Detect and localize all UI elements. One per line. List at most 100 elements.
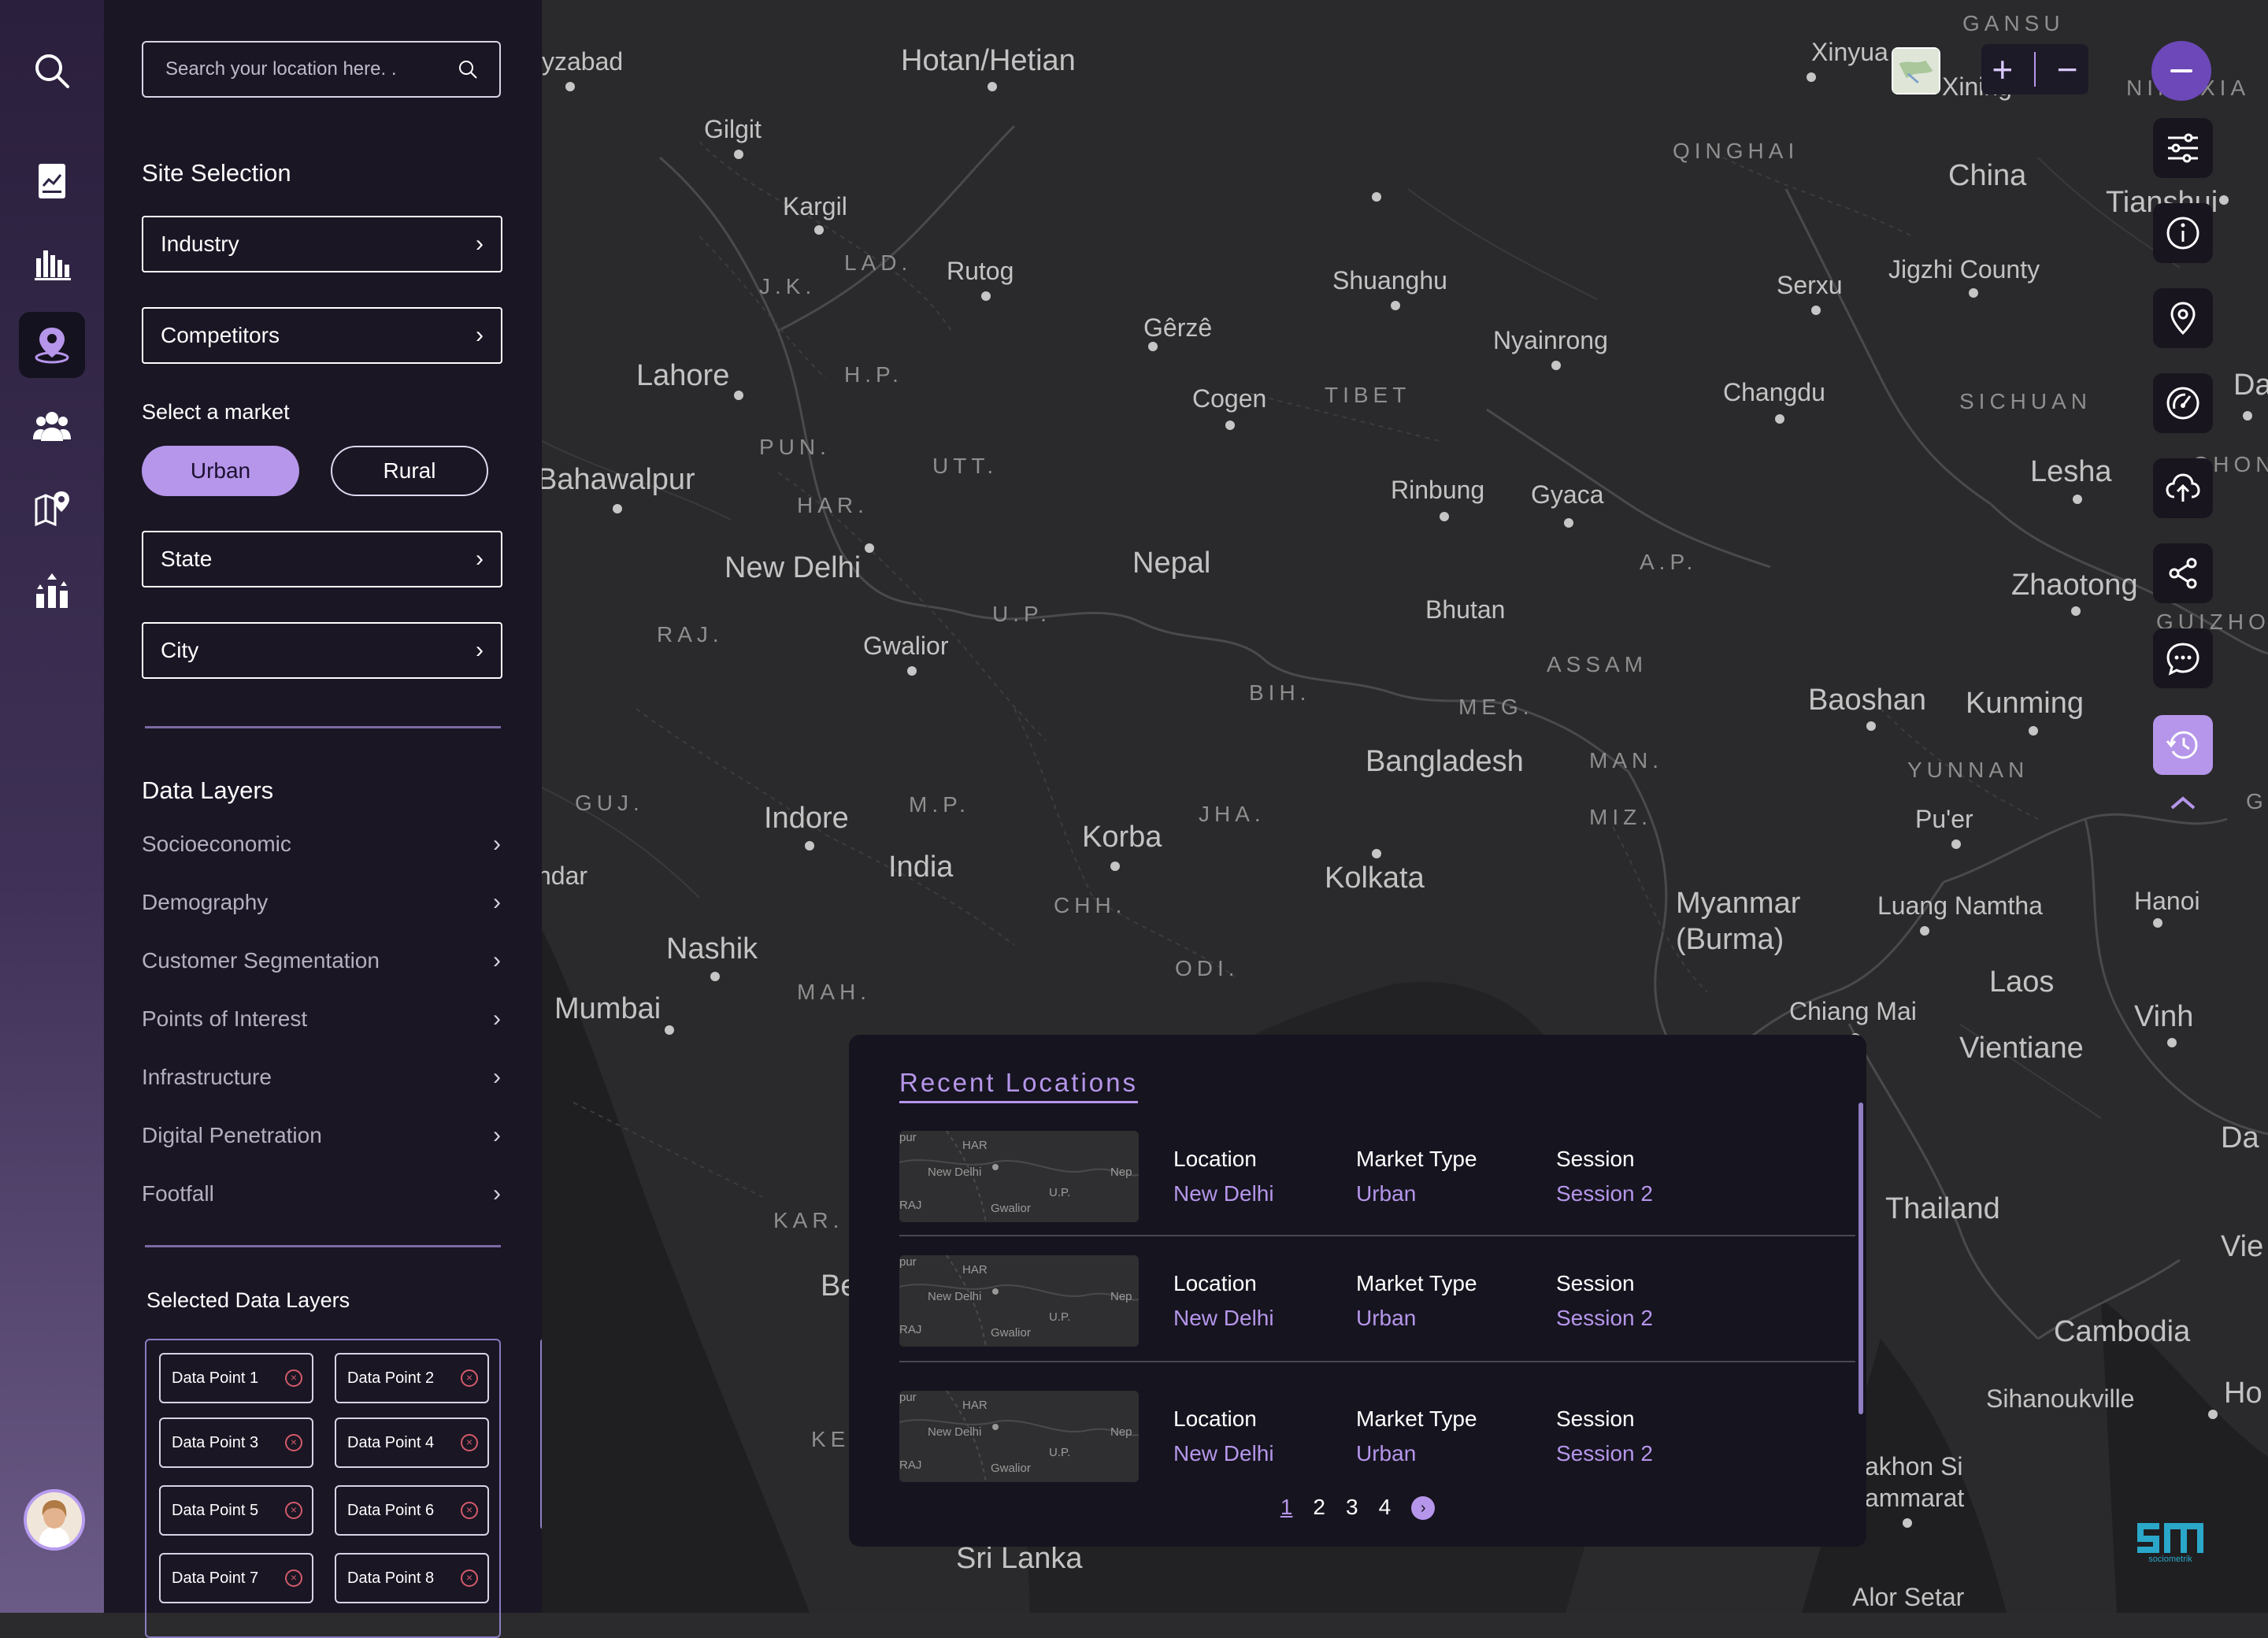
brand-name: sociometrik xyxy=(2148,1555,2192,1564)
chip-data-point-3: Data Point 3 × xyxy=(159,1418,313,1468)
user-avatar[interactable] xyxy=(24,1489,85,1551)
city-dot xyxy=(710,972,720,981)
chevron-up-icon[interactable] xyxy=(2167,791,2199,814)
chip-label: Data Point 7 xyxy=(172,1569,259,1587)
region-label: SICHUAN xyxy=(1959,389,2092,413)
selected-layers-box: Data Point 1 × Data Point 2 × Data Point 3… xyxy=(145,1339,501,1638)
state-select[interactable]: State › xyxy=(142,531,502,587)
recent-location-row[interactable]: pur HAR New Delhi Nep U.P. RAJ Gwalior L… xyxy=(899,1131,1854,1249)
layer-infrastructure[interactable]: Infrastructure › xyxy=(142,1064,501,1091)
thumb-label: New Delhi xyxy=(928,1425,982,1439)
layer-label: Infrastructure xyxy=(142,1065,272,1089)
remove-icon[interactable]: × xyxy=(285,1502,302,1519)
city-dot xyxy=(1391,301,1400,310)
city-dot xyxy=(734,150,743,159)
map-label: China xyxy=(1948,159,2027,192)
page-1[interactable]: 1 xyxy=(1280,1495,1293,1520)
basemap-thumbnail[interactable] xyxy=(1892,47,1940,94)
zoom-in-icon[interactable]: + xyxy=(1992,48,2013,91)
map-nav-icon[interactable] xyxy=(19,476,85,542)
layer-label: Points of Interest xyxy=(142,1006,308,1031)
chevron-right-icon: › xyxy=(493,1180,501,1206)
filters-button[interactable] xyxy=(2153,118,2213,178)
map-label: Kunming xyxy=(1966,687,2084,720)
industry-select[interactable]: Industry › xyxy=(142,216,502,272)
map-label: Baoshan xyxy=(1808,684,1927,717)
zoom-out-icon[interactable]: − xyxy=(2057,48,2078,91)
session-value: Session 2 xyxy=(1556,1441,1653,1466)
analytics-nav-icon[interactable] xyxy=(19,230,85,296)
region-label: J.K. xyxy=(759,274,817,298)
layer-digital-penetration[interactable]: Digital Penetration › xyxy=(142,1122,501,1149)
recent-location-row[interactable]: pur HAR New Delhi Nep U.P. RAJ Gwalior L… xyxy=(899,1255,1854,1373)
pagination: 1 2 3 4 › xyxy=(849,1495,1866,1520)
map-label: Alor Setar xyxy=(1852,1583,1965,1611)
city-dot xyxy=(1951,839,1961,849)
layer-demography[interactable]: Demography › xyxy=(142,889,501,916)
history-button[interactable] xyxy=(2153,715,2213,775)
chevron-right-icon: › xyxy=(476,231,484,257)
remove-icon[interactable]: × xyxy=(285,1569,302,1587)
layer-footfall[interactable]: Footfall › xyxy=(142,1180,501,1207)
search-input[interactable] xyxy=(164,57,457,81)
remove-icon[interactable]: × xyxy=(461,1369,478,1387)
city-dot xyxy=(2073,495,2082,504)
page-3[interactable]: 3 xyxy=(1346,1495,1358,1520)
map-label: Gyaca xyxy=(1531,480,1604,509)
map-label: Vie xyxy=(2221,1230,2264,1263)
location-pin-button[interactable] xyxy=(2153,288,2213,348)
search-nav-icon[interactable] xyxy=(19,38,85,104)
search-icon[interactable] xyxy=(457,58,479,80)
competitors-select[interactable]: Competitors › xyxy=(142,307,502,364)
page-4[interactable]: 4 xyxy=(1379,1495,1392,1520)
region-label: MIZ. xyxy=(1589,805,1652,829)
market-label: Select a market xyxy=(142,400,290,424)
city-dot xyxy=(2208,1410,2218,1419)
layer-points-of-interest[interactable]: Points of Interest › xyxy=(142,1006,501,1032)
map-label: Dazh xyxy=(2233,369,2268,402)
recent-scrollbar[interactable] xyxy=(1858,1102,1863,1414)
chat-button[interactable] xyxy=(2153,628,2213,688)
next-page-icon[interactable]: › xyxy=(1411,1496,1436,1520)
share-button[interactable] xyxy=(2153,543,2213,603)
recent-location-row[interactable]: pur HAR New Delhi Nep U.P. RAJ Gwalior L… xyxy=(899,1391,1854,1509)
layer-label: Socioeconomic xyxy=(142,832,291,856)
map-label: Da xyxy=(2221,1121,2259,1154)
map-label: New Delhi xyxy=(724,551,862,584)
map-label: Cogen xyxy=(1192,384,1267,413)
speed-button[interactable] xyxy=(2153,373,2213,433)
remove-icon[interactable]: × xyxy=(461,1434,478,1451)
remove-icon[interactable]: × xyxy=(461,1569,478,1587)
remove-icon[interactable]: × xyxy=(285,1369,302,1387)
rural-toggle[interactable]: Rural xyxy=(331,446,488,496)
city-select[interactable]: City › xyxy=(142,622,502,679)
city-dot xyxy=(1225,421,1235,430)
report-nav-icon[interactable] xyxy=(19,148,85,214)
page-2[interactable]: 2 xyxy=(1313,1495,1325,1520)
map-label: Changdu xyxy=(1723,378,1825,406)
remove-icon[interactable]: × xyxy=(285,1434,302,1451)
remove-icon[interactable]: × xyxy=(461,1502,478,1519)
map-label: Sihanoukville xyxy=(1986,1384,2135,1413)
market-value: Urban xyxy=(1356,1441,1417,1466)
competitors-label: Competitors xyxy=(161,323,280,347)
upload-button[interactable] xyxy=(2153,458,2213,518)
region-label: ODI. xyxy=(1175,956,1240,980)
share-icon xyxy=(2169,558,2197,589)
audience-nav-icon[interactable] xyxy=(19,394,85,460)
location-value: New Delhi xyxy=(1173,1306,1274,1330)
layer-socioeconomic[interactable]: Socioeconomic › xyxy=(142,831,501,858)
city-dot xyxy=(1440,512,1449,521)
market-key: Market Type xyxy=(1356,1406,1477,1431)
info-button[interactable] xyxy=(2153,203,2213,263)
layer-label: Demography xyxy=(142,890,269,914)
session-column: Session Session 2 xyxy=(1556,1147,1653,1206)
collapse-toolbar-button[interactable] xyxy=(2151,41,2211,101)
location-search[interactable] xyxy=(142,41,501,98)
urban-toggle[interactable]: Urban xyxy=(142,446,299,496)
map-label: Hotan/Hetian xyxy=(901,44,1076,77)
region-label: PUN. xyxy=(759,435,831,459)
growth-nav-icon[interactable] xyxy=(19,558,85,624)
layer-customer-segmentation[interactable]: Customer Segmentation › xyxy=(142,947,501,974)
site-selection-nav-icon[interactable] xyxy=(19,312,85,378)
